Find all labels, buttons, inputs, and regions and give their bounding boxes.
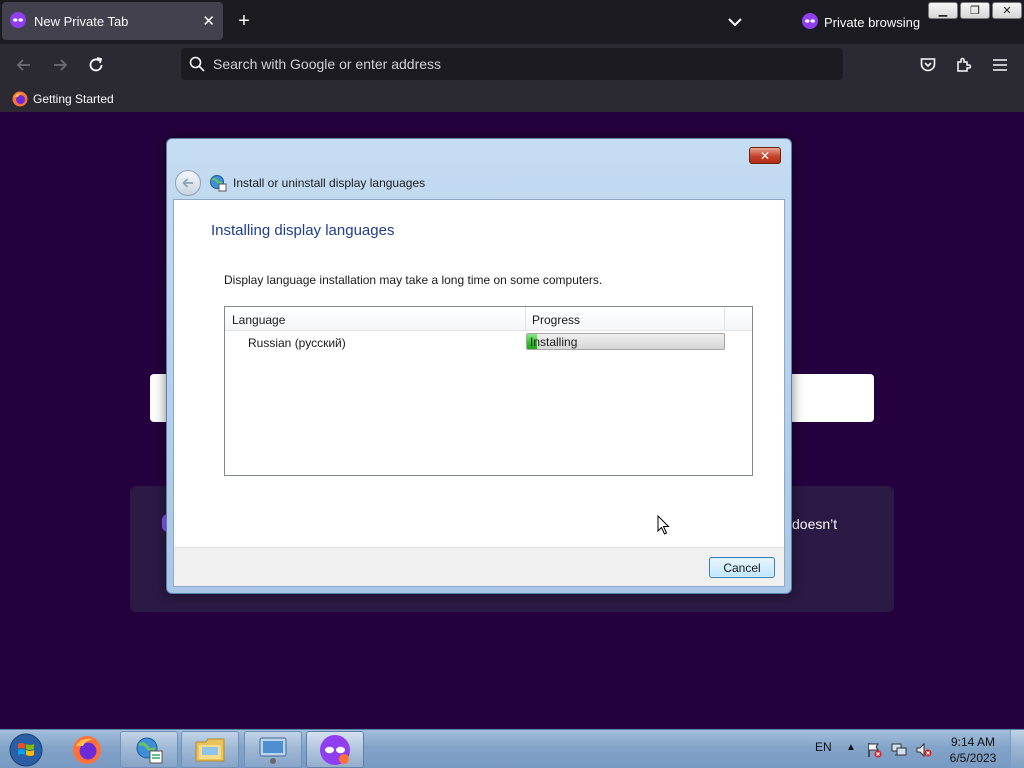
search-icon (189, 56, 205, 72)
private-mask-icon (802, 13, 818, 32)
show-desktop-button[interactable] (1010, 730, 1024, 768)
private-mask-icon (10, 11, 26, 31)
bookmark-label: Getting Started (33, 92, 114, 106)
system-clock[interactable]: 9:14 AM 6/5/2023 (944, 734, 1002, 766)
volume-muted-icon[interactable] (916, 742, 932, 758)
tab-title: New Private Tab (34, 13, 129, 29)
address-input[interactable] (213, 56, 843, 72)
taskbar-network[interactable] (244, 731, 302, 768)
globe-language-icon (136, 737, 163, 763)
progress-status: Installing (530, 335, 578, 349)
globe-language-icon (209, 174, 227, 192)
private-mask-icon (320, 734, 350, 765)
address-bar[interactable] (181, 48, 843, 80)
hamburger-menu-icon (993, 59, 1007, 71)
taskbar-file-explorer[interactable] (181, 731, 239, 768)
display-languages-dialog: ✕ Install or uninstall display languages… (166, 138, 792, 594)
window-controls: ▁ ❐ ✕ (928, 2, 1024, 19)
action-center-warning-icon[interactable] (866, 742, 882, 758)
tab-close-icon[interactable]: ✕ (202, 12, 215, 30)
column-header-progress[interactable]: Progress (532, 313, 580, 327)
network-icon (259, 737, 287, 764)
network-status-icon[interactable] (891, 742, 907, 758)
chevron-down-icon (728, 18, 742, 27)
list-header: Language Progress (225, 307, 752, 331)
dialog-close-button[interactable]: ✕ (749, 147, 781, 164)
new-tab-button[interactable]: + (232, 9, 256, 33)
taskbar-firefox[interactable] (58, 731, 116, 768)
navigation-toolbar (0, 44, 1024, 86)
language-name: Russian (русский) (248, 336, 346, 350)
cancel-button[interactable]: Cancel (709, 557, 775, 578)
extensions-button[interactable] (952, 53, 976, 77)
dialog-content: Installing display languages Display lan… (173, 199, 785, 587)
clock-time: 9:14 AM (950, 735, 996, 749)
plus-icon: + (238, 10, 250, 32)
close-icon: ✕ (759, 148, 771, 163)
input-language-indicator[interactable]: EN (815, 740, 832, 754)
reload-icon (89, 57, 103, 72)
folder-icon (195, 738, 225, 761)
back-arrow-icon (182, 178, 193, 188)
dialog-footer: Cancel (174, 547, 784, 586)
restore-button[interactable]: ❐ (960, 2, 990, 19)
dialog-heading: Installing display languages (211, 222, 395, 239)
language-progress-list: Language Progress Russian (русский) Inst… (224, 306, 753, 476)
pocket-button[interactable] (916, 53, 940, 77)
extensions-icon (957, 57, 972, 72)
app-menu-button[interactable] (988, 53, 1012, 77)
forward-button[interactable] (48, 53, 72, 77)
start-button[interactable] (6, 731, 46, 768)
taskbar-firefox-private[interactable] (306, 731, 364, 768)
back-arrow-icon (16, 59, 30, 71)
bookmarks-toolbar: Getting Started (0, 86, 1024, 112)
taskbar: EN ▲ 9:14 AM 6/5/2023 (0, 729, 1024, 768)
firefox-icon (73, 735, 101, 764)
bookmark-getting-started[interactable]: Getting Started (12, 91, 114, 107)
back-button[interactable] (12, 53, 36, 77)
tab-bar: New Private Tab ✕ + Private browsing ▁ ❐… (0, 0, 1024, 44)
show-hidden-icons-button[interactable]: ▲ (846, 742, 856, 753)
card-text-fragment: doesn’t (792, 516, 838, 532)
window-close-button[interactable]: ✕ (992, 2, 1022, 19)
minimize-button[interactable]: ▁ (928, 2, 958, 19)
column-divider[interactable] (525, 307, 526, 331)
pocket-icon (920, 58, 936, 72)
windows-logo-icon (9, 733, 43, 767)
forward-arrow-icon (54, 59, 68, 71)
private-browsing-label: Private browsing (824, 15, 921, 30)
column-divider[interactable] (724, 307, 725, 331)
private-browsing-indicator: Private browsing (802, 13, 920, 32)
restore-icon: ❐ (970, 5, 980, 17)
taskbar-control-panel-globe[interactable] (120, 731, 178, 768)
minimize-icon: ▁ (938, 5, 948, 17)
reload-button[interactable] (84, 53, 108, 77)
dialog-back-button[interactable] (175, 170, 201, 196)
column-header-language[interactable]: Language (232, 313, 285, 327)
dialog-description: Display language installation may take a… (224, 273, 603, 287)
install-progress-bar: Installing (526, 333, 725, 350)
clock-date: 6/5/2023 (949, 751, 997, 765)
tab-new-private[interactable]: New Private Tab ✕ (2, 2, 223, 40)
list-all-tabs-button[interactable] (724, 12, 746, 32)
close-icon: ✕ (1002, 5, 1012, 17)
firefox-icon (12, 91, 28, 107)
mouse-cursor-icon (657, 514, 671, 535)
dialog-title: Install or uninstall display languages (233, 176, 426, 190)
